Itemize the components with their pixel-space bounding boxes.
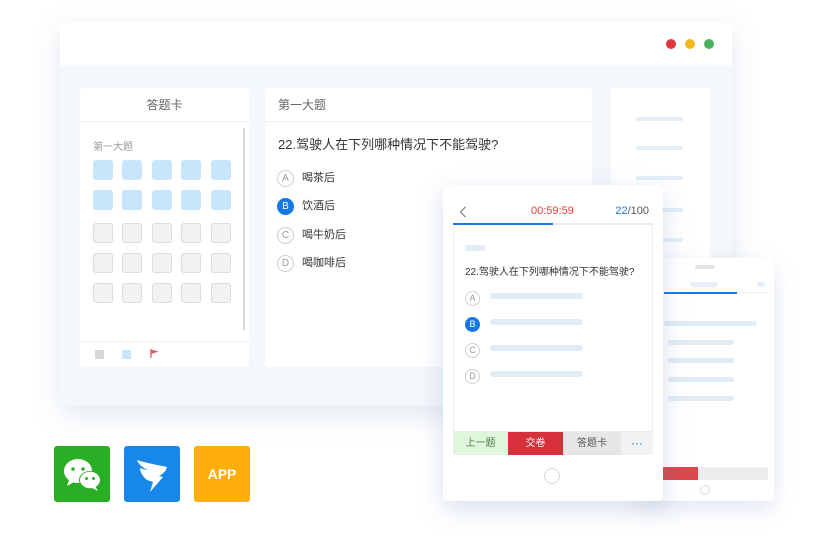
answer-card-cell[interactable] <box>181 253 201 273</box>
option-d-radio[interactable]: D <box>277 254 294 272</box>
tablet-option-b-placeholder <box>490 319 583 325</box>
answer-card-cell[interactable] <box>122 283 142 303</box>
answer-card-panel: 答题卡 第一大题 <box>80 88 249 367</box>
app-icon-label: APP <box>207 466 237 482</box>
phone-line <box>668 396 734 401</box>
phone-bottom-placeholder[interactable] <box>698 467 768 480</box>
answer-card-grid <box>80 88 249 367</box>
phone-speaker <box>695 265 715 269</box>
tablet-option-d-radio[interactable]: D <box>465 368 480 384</box>
chevron-left-icon[interactable] <box>459 206 467 218</box>
divider <box>80 341 249 342</box>
answer-card-cell[interactable] <box>211 160 231 180</box>
legend-unanswered-icon <box>95 350 104 359</box>
placeholder-line <box>636 146 683 150</box>
option-c-label: 喝牛奶后 <box>302 229 346 242</box>
phone-tab-placeholder <box>690 282 718 287</box>
answer-card-cell[interactable] <box>211 283 231 303</box>
tablet-option-a-radio[interactable]: A <box>465 290 480 306</box>
tablet-home-button[interactable] <box>544 468 560 484</box>
option-a-radio[interactable]: A <box>277 169 294 187</box>
close-dot-icon[interactable] <box>666 39 676 49</box>
tablet-question-text: 22.驾驶人在下列哪种情况下不能驾驶? <box>465 267 635 278</box>
answer-card-scrollbar[interactable] <box>243 128 245 330</box>
tablet-option-b[interactable]: B <box>465 315 488 333</box>
answer-card-cell[interactable] <box>152 283 172 303</box>
phone-line <box>664 321 757 326</box>
prev-question-button[interactable]: 上一题 <box>453 432 508 455</box>
legend-answered-icon <box>122 350 131 359</box>
tablet-section-placeholder <box>465 245 485 251</box>
answer-card-cell[interactable] <box>211 223 231 243</box>
answer-card-cell[interactable] <box>122 223 142 243</box>
answer-card-button[interactable]: 答题卡 <box>563 432 621 455</box>
legend-flag-icon <box>150 349 159 358</box>
tablet-option-c-placeholder <box>490 345 583 351</box>
option-b-radio[interactable]: B <box>277 197 294 215</box>
option-b-label: 饮酒后 <box>302 200 335 213</box>
phone-line <box>668 377 734 382</box>
answer-card-cell[interactable] <box>93 223 113 243</box>
phone-line <box>668 340 734 345</box>
answer-card-cell[interactable] <box>211 190 231 210</box>
progress-track <box>453 223 653 225</box>
answer-card-cell[interactable] <box>181 160 201 180</box>
tablet-option-b-radio[interactable]: B <box>465 316 480 332</box>
tablet-option-a[interactable]: A <box>465 289 488 307</box>
minimize-dot-icon[interactable] <box>685 39 695 49</box>
tablet-option-c[interactable]: C <box>465 341 488 359</box>
option-d[interactable]: D 喝咖啡后 <box>277 254 346 272</box>
placeholder-line <box>636 117 683 121</box>
app-icon[interactable]: APP <box>194 446 250 502</box>
answer-card-cell[interactable] <box>122 253 142 273</box>
answer-card-cell[interactable] <box>93 253 113 273</box>
answer-card-cell[interactable] <box>181 283 201 303</box>
option-d-label: 喝咖啡后 <box>302 257 346 270</box>
answer-card-cell[interactable] <box>93 283 113 303</box>
phone-submit-placeholder[interactable] <box>662 467 698 480</box>
answer-card-cell[interactable] <box>181 190 201 210</box>
question-section-title: 第一大题 <box>265 88 592 122</box>
exam-timer: 00:59:59 <box>531 205 574 217</box>
question-text: 22.驾驶人在下列哪种情况下不能驾驶? <box>278 137 499 152</box>
phone-tab-placeholder <box>757 282 765 287</box>
option-a-label: 喝茶后 <box>302 172 335 185</box>
answer-card-cell[interactable] <box>211 253 231 273</box>
tablet-option-d[interactable]: D <box>465 367 488 385</box>
window-titlebar <box>60 22 732 66</box>
dingtalk-icon[interactable] <box>124 446 180 502</box>
current-question-number: 22 <box>615 205 628 217</box>
answer-card-cell[interactable] <box>152 190 172 210</box>
answer-card-cell[interactable] <box>181 223 201 243</box>
option-c[interactable]: C 喝牛奶后 <box>277 226 346 244</box>
submit-exam-button[interactable]: 交卷 <box>508 432 563 455</box>
tablet-option-d-placeholder <box>490 371 583 377</box>
answer-card-cell[interactable] <box>122 190 142 210</box>
phone-home-button[interactable] <box>700 485 710 495</box>
placeholder-line <box>636 176 683 180</box>
phone-line <box>668 358 734 363</box>
phone-tab-indicator <box>664 292 737 294</box>
total-questions: /100 <box>627 205 649 217</box>
answer-card-cell[interactable] <box>122 160 142 180</box>
tablet-option-c-radio[interactable]: C <box>465 342 480 358</box>
maximize-dot-icon[interactable] <box>704 39 714 49</box>
option-c-radio[interactable]: C <box>277 226 294 244</box>
tablet-option-a-placeholder <box>490 293 583 299</box>
question-counter: 22/100 <box>615 205 649 217</box>
wechat-icon[interactable] <box>54 446 110 502</box>
progress-fill <box>453 223 553 225</box>
answer-card-cell[interactable] <box>93 160 113 180</box>
answer-card-cell[interactable] <box>152 223 172 243</box>
answer-card-cell[interactable] <box>152 160 172 180</box>
tablet-device: 00:59:59 22/100 22.驾驶人在下列哪种情况下不能驾驶? A B … <box>443 185 663 501</box>
answer-card-cell[interactable] <box>152 253 172 273</box>
option-a[interactable]: A 喝茶后 <box>277 169 335 187</box>
more-button[interactable]: ··· <box>621 432 653 455</box>
option-b[interactable]: B 饮酒后 <box>277 197 335 215</box>
answer-card-cell[interactable] <box>93 190 113 210</box>
